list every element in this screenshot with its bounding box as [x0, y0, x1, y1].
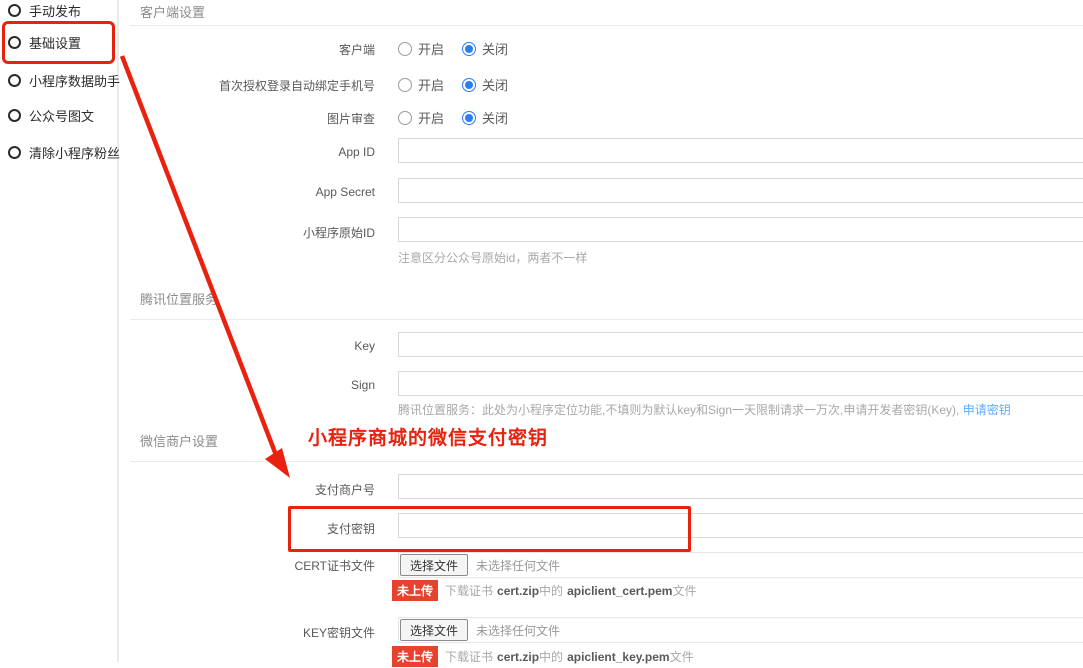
radio-off[interactable] [462, 111, 476, 125]
merchant-id-input[interactable] [398, 474, 1083, 499]
red-annotation-pay-key: 小程序商城的微信支付密钥 [308, 423, 548, 450]
sidebar-item-clear-miniapp-fans[interactable]: 清除小程序粉丝 [8, 143, 120, 162]
key-file-input[interactable]: 选择文件 未选择任何文件 [398, 617, 1083, 643]
choose-file-button[interactable]: 选择文件 [400, 554, 468, 576]
radio-off[interactable] [462, 42, 476, 56]
radio-off-label: 关闭 [482, 39, 508, 58]
radio-off[interactable] [462, 78, 476, 92]
sidebar: 手动发布 基础设置 小程序数据助手 公众号图文 清除小程序粉丝 [0, 0, 119, 662]
sign-hint-text: 腾讯位置服务：此处为小程序定位功能,不填则为默认key和Sign一天限制请求一万… [398, 403, 959, 417]
circle-icon [8, 109, 21, 122]
radio-on-label: 开启 [418, 108, 444, 127]
label-client: 客户端 [130, 41, 375, 58]
sidebar-item-label: 小程序数据助手 [29, 71, 120, 90]
section-title-client-settings: 客户端设置 [140, 2, 205, 21]
label-image-review: 图片审查 [130, 110, 375, 127]
sidebar-item-label: 公众号图文 [29, 106, 94, 125]
label-original-id: 小程序原始ID [130, 224, 375, 241]
sidebar-item-manual-publish[interactable]: 手动发布 [8, 1, 81, 20]
radio-off-label: 关闭 [482, 108, 508, 127]
label-key-file: KEY密钥文件 [130, 624, 375, 641]
radio-on-label: 开启 [418, 39, 444, 58]
key-upload-status: 未上传 下载证书cert.zip中的apiclient_key.pem文件 [392, 646, 698, 667]
radio-on[interactable] [398, 42, 412, 56]
cert-file-input[interactable]: 选择文件 未选择任何文件 [398, 552, 1083, 578]
sidebar-item-basic-settings[interactable]: 基础设置 [8, 33, 81, 52]
app-secret-input[interactable] [398, 178, 1083, 203]
circle-icon [8, 36, 21, 49]
label-key: Key [130, 339, 375, 353]
not-uploaded-badge: 未上传 [392, 580, 438, 601]
radio-on[interactable] [398, 78, 412, 92]
divider [130, 25, 1083, 26]
no-file-chosen-text: 未选择任何文件 [476, 622, 560, 639]
circle-icon [8, 74, 21, 87]
circle-icon [8, 4, 21, 17]
apply-key-link[interactable]: 申请密钥 [963, 403, 1011, 417]
pay-key-input[interactable] [398, 513, 1083, 538]
radio-on-label: 开启 [418, 75, 444, 94]
sign-hint: 腾讯位置服务：此处为小程序定位功能,不填则为默认key和Sign一天限制请求一万… [398, 401, 1011, 418]
original-id-hint: 注意区分公众号原始id，两者不一样 [398, 249, 587, 266]
sidebar-item-label: 清除小程序粉丝 [29, 143, 120, 162]
section-title-tencent-location: 腾讯位置服务 [140, 289, 218, 308]
label-app-secret: App Secret [130, 185, 375, 199]
choose-file-button[interactable]: 选择文件 [400, 619, 468, 641]
key-hint: 下载证书cert.zip中的apiclient_key.pem文件 [445, 648, 698, 665]
circle-icon [8, 146, 21, 159]
location-sign-input[interactable] [398, 371, 1083, 396]
divider [130, 319, 1083, 320]
no-file-chosen-text: 未选择任何文件 [476, 557, 560, 574]
label-merchant-id: 支付商户号 [130, 481, 375, 498]
sidebar-item-label: 基础设置 [29, 33, 81, 52]
radio-off-label: 关闭 [482, 75, 508, 94]
label-sign: Sign [130, 378, 375, 392]
radio-group-auto-bind-phone: 开启 关闭 [398, 75, 526, 94]
sidebar-item-miniapp-data-helper[interactable]: 小程序数据助手 [8, 71, 120, 90]
sidebar-item-official-account-articles[interactable]: 公众号图文 [8, 106, 94, 125]
radio-group-client: 开启 关闭 [398, 39, 526, 58]
label-cert-file: CERT证书文件 [130, 557, 375, 574]
cert-hint: 下载证书cert.zip中的apiclient_cert.pem文件 [445, 582, 700, 599]
radio-on[interactable] [398, 111, 412, 125]
original-id-input[interactable] [398, 217, 1083, 242]
label-pay-key: 支付密钥 [130, 520, 375, 537]
label-app-id: App ID [130, 145, 375, 159]
sidebar-item-label: 手动发布 [29, 1, 81, 20]
divider [130, 461, 1083, 462]
location-key-input[interactable] [398, 332, 1083, 357]
label-auto-bind-phone: 首次授权登录自动绑定手机号 [130, 77, 375, 94]
section-title-wechat-merchant: 微信商户设置 [140, 431, 218, 450]
radio-group-image-review: 开启 关闭 [398, 108, 526, 127]
app-id-input[interactable] [398, 138, 1083, 163]
not-uploaded-badge: 未上传 [392, 646, 438, 667]
cert-upload-status: 未上传 下载证书cert.zip中的apiclient_cert.pem文件 [392, 580, 700, 601]
